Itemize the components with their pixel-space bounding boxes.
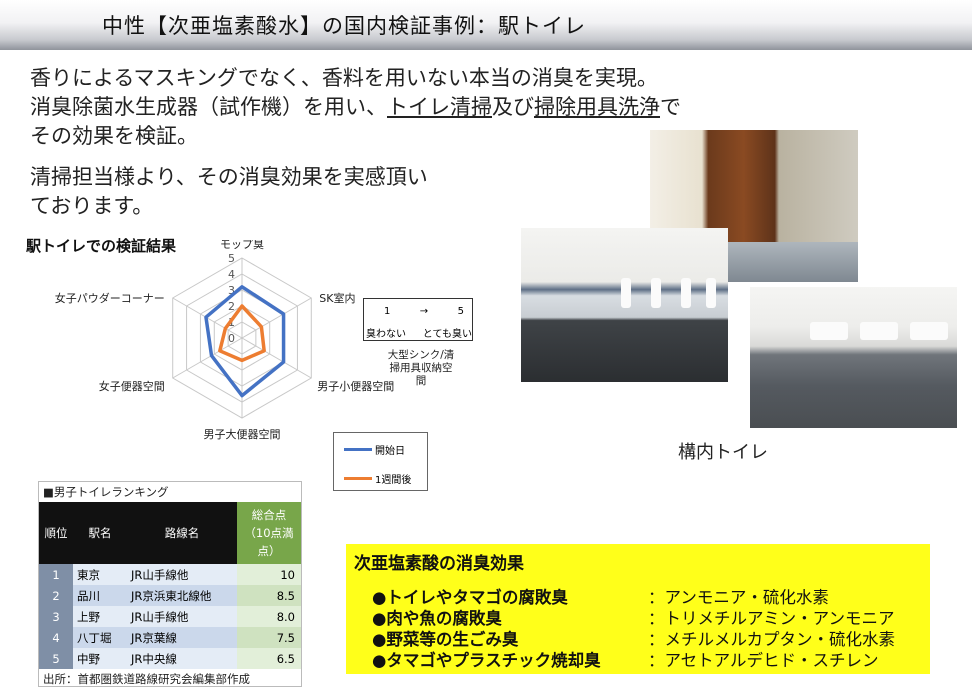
intro-underline-tool-washing: 掃除用具洗浄 — [534, 95, 660, 119]
station-cell: 品川 — [73, 585, 127, 606]
urinal — [621, 278, 631, 308]
intro-line-2-mid: 及び — [492, 95, 534, 119]
legend-label-start: 開始日 — [375, 446, 405, 457]
photo-sinks — [750, 287, 957, 428]
radar-tick-label: 0 — [228, 332, 235, 345]
score-cell: 8.0 — [237, 606, 301, 627]
table-row: 4 八丁堀 JR京葉線 7.5 — [39, 627, 301, 648]
rank-cell: 2 — [39, 585, 73, 606]
series-legend: 開始日 1週間後 — [333, 432, 428, 491]
table-row: 1 東京 JR山手線他 10 — [39, 564, 301, 585]
ranking-table: 順位 駅名 路線名 総合点 （10点満 点） 1 東京 JR山手線他 10 2 … — [39, 502, 301, 669]
score-cell: 6.5 — [237, 648, 301, 669]
legend-swatch-week — [344, 477, 372, 480]
intro-text: 香りによるマスキングでなく、香料を用いない本当の消臭を実現。 消臭除菌水生成器（… — [30, 64, 681, 151]
rank-cell: 5 — [39, 648, 73, 669]
score-cell: 7.5 — [237, 627, 301, 648]
col-line: 路線名 — [127, 502, 237, 564]
scale-to: 5 — [457, 306, 464, 317]
rank-cell: 1 — [39, 564, 73, 585]
col-score-l1: 総合点 — [251, 508, 287, 522]
radar-axis-label: 男子大便器空間 — [204, 427, 281, 441]
scale-high-label: とても臭い — [422, 329, 472, 340]
line-cell: JR中央線 — [127, 648, 237, 669]
radar-axis-label: 女子パウダーコーナー — [55, 291, 165, 305]
col-station: 駅名 — [73, 502, 127, 564]
station-cell: 東京 — [73, 564, 127, 585]
radar-tick-label: 5 — [228, 252, 235, 265]
scale-low-label: 臭わない — [366, 329, 406, 340]
urinal — [651, 278, 661, 308]
rank-cell: 4 — [39, 627, 73, 648]
feedback-line-2: ております。 — [30, 194, 154, 218]
intro-line-1: 香りによるマスキングでなく、香料を用いない本当の消臭を実現。 — [30, 66, 658, 90]
effects-title: 次亜塩素酸の消臭効果 — [354, 554, 524, 574]
intro-line-2: 消臭除菌水生成器（試作機）を用い、トイレ清掃及び掃除用具洗浄で — [30, 93, 681, 122]
col-score-l2: （10点満 — [244, 526, 294, 540]
radar-tick-label: 4 — [228, 268, 235, 281]
legend-item-week: 1週間後 — [344, 471, 411, 486]
feedback-text: 清掃担当様より、その消臭効果を実感頂い ております。 — [30, 163, 428, 221]
radar-axis-label: モップ臭 — [220, 240, 264, 251]
radar-axis-label: SK室内 — [319, 291, 355, 305]
legend-item-start: 開始日 — [344, 442, 405, 457]
col-score: 総合点 （10点満 点） — [237, 502, 301, 564]
sink — [860, 322, 898, 340]
photo-urinals — [521, 228, 728, 382]
effects-box: 次亜塩素酸の消臭効果 ●トイレやタマゴの腐敗臭 ：アンモニア・硫化水素 ●肉や魚… — [346, 544, 930, 674]
legend-label-week: 1週間後 — [375, 475, 412, 486]
table-row: 5 中野 JR中央線 6.5 — [39, 648, 301, 669]
title-bar: 中性【次亜塩素酸水】の国内検証事例：駅トイレ — [0, 0, 972, 50]
sk-room-note: 大型シンク/清掃用具収納空間 — [387, 349, 455, 387]
score-cell: 10 — [237, 564, 301, 585]
score-cell: 8.5 — [237, 585, 301, 606]
ranking-source: 出所：首都圏鉄道路線研究会編集部作成 — [43, 672, 250, 686]
radar-axis-label: 女子便器空間 — [99, 379, 165, 393]
sink — [910, 322, 948, 340]
photo-floor — [710, 242, 858, 282]
effect-label: ●タマゴやプラスチック焼却臭 — [372, 651, 601, 670]
line-cell: JR京葉線 — [127, 627, 237, 648]
intro-line-2-post: で — [660, 95, 681, 119]
scale-from: 1 — [384, 306, 391, 317]
legend-swatch-start — [344, 448, 372, 451]
table-row: 3 上野 JR山手線他 8.0 — [39, 606, 301, 627]
line-cell: JR京浜東北線他 — [127, 585, 237, 606]
line-cell: JR山手線他 — [127, 606, 237, 627]
effect-substance: ：アセトアルデヒド・スチレン — [648, 651, 879, 670]
station-cell: 八丁堀 — [73, 627, 127, 648]
urinal — [706, 278, 716, 308]
col-score-l3: 点） — [257, 544, 281, 558]
ranking-table-panel: ■男子トイレランキング 順位 駅名 路線名 総合点 （10点満 点） 1 東京 … — [38, 481, 302, 687]
ranking-title: ■男子トイレランキング — [39, 482, 301, 502]
table-row: 2 品川 JR京浜東北線他 8.5 — [39, 585, 301, 606]
photo-caption: 構内トイレ — [678, 442, 768, 463]
feedback-line-1: 清掃担当様より、その消臭効果を実感頂い — [30, 165, 428, 189]
scale-legend: 1 → 5 臭わない とても臭い — [363, 298, 473, 341]
intro-line-2-pre: 消臭除菌水生成器（試作機）を用い、 — [30, 95, 387, 119]
col-rank: 順位 — [39, 502, 73, 564]
radar-spoke — [241, 337, 312, 379]
line-cell: JR山手線他 — [127, 564, 237, 585]
intro-line-3: その効果を検証。 — [30, 124, 198, 148]
page-title: 中性【次亜塩素酸水】の国内検証事例：駅トイレ — [102, 14, 586, 38]
urinal — [681, 278, 691, 308]
effect-item: ●タマゴやプラスチック焼却臭 ：アセトアルデヒド・スチレン — [372, 647, 879, 671]
radar-tick-label: 2 — [228, 300, 235, 313]
radar-axis-label: 男子小便器空間 — [317, 379, 394, 393]
radar-series-start — [204, 285, 286, 398]
scale-arrow: → — [419, 306, 429, 317]
sink — [810, 322, 848, 340]
station-cell: 上野 — [73, 606, 127, 627]
station-cell: 中野 — [73, 648, 127, 669]
intro-underline-toilet-cleaning: トイレ清掃 — [387, 95, 492, 119]
rank-cell: 3 — [39, 606, 73, 627]
